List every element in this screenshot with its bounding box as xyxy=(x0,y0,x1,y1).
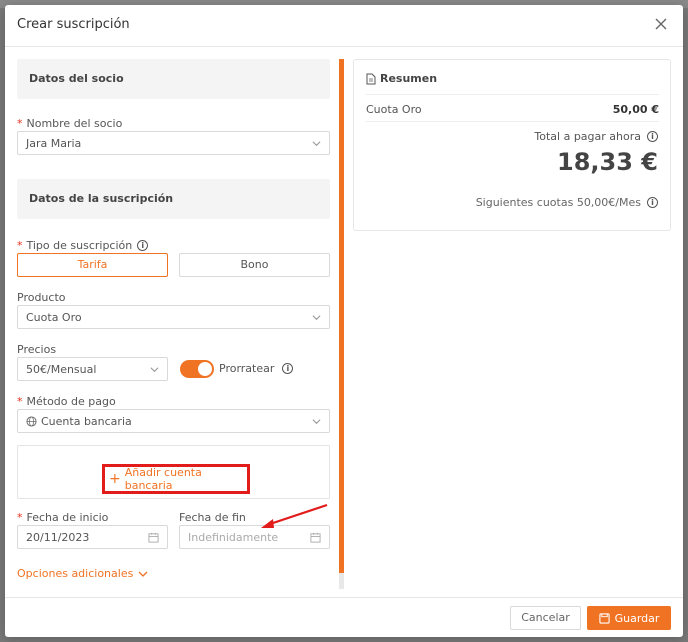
next-installments-label: Siguientes cuotas 50,00€/Mes i xyxy=(476,196,658,209)
info-icon[interactable]: i xyxy=(647,197,658,208)
chevron-down-icon xyxy=(312,419,321,425)
save-icon xyxy=(598,612,610,624)
document-icon xyxy=(366,73,376,84)
calendar-icon xyxy=(310,532,321,543)
info-icon[interactable]: i xyxy=(137,240,149,251)
form-column: Datos del socio * Nombre del socio Jara M… xyxy=(17,59,330,589)
add-bank-account-button[interactable]: + Añadir cuenta bancaria xyxy=(102,464,250,494)
product-label: Producto xyxy=(17,291,66,304)
modal-footer: Cancelar Guardar xyxy=(5,597,683,637)
save-button[interactable]: Guardar xyxy=(587,606,671,630)
summary-line-item: Cuota Oro 50,00 € xyxy=(366,94,659,122)
info-icon[interactable]: i xyxy=(647,131,658,142)
chevron-down-icon xyxy=(150,367,159,373)
member-name-label: * Nombre del socio xyxy=(17,117,123,130)
cancel-button[interactable]: Cancelar xyxy=(510,606,581,630)
end-date-input[interactable]: Indefinidamente xyxy=(179,525,330,549)
section-subscription-heading: Datos de la suscripción xyxy=(17,179,330,219)
info-icon[interactable]: i xyxy=(282,363,294,374)
prices-label: Precios xyxy=(17,343,57,356)
plus-icon: + xyxy=(109,471,121,487)
start-date-input[interactable]: 20/11/2023 xyxy=(17,525,168,549)
summary-title: Resumen xyxy=(366,72,437,85)
modal-title: Crear suscripción xyxy=(17,17,130,32)
additional-options-toggle[interactable]: Opciones adicionales xyxy=(17,567,148,580)
total-due-value: 18,33 € xyxy=(557,148,658,176)
start-date-label: * Fecha de inicio xyxy=(17,511,109,524)
prorate-label: Prorratear i xyxy=(219,362,294,375)
section-member-heading: Datos del socio xyxy=(17,59,330,99)
summary-panel: Resumen Cuota Oro 50,00 € Total a pagar … xyxy=(353,59,671,231)
product-select[interactable]: Cuota Oro xyxy=(17,305,330,329)
total-due-label: Total a pagar ahora i xyxy=(534,130,658,143)
prorate-toggle[interactable] xyxy=(180,360,214,378)
bank-account-box: + Añadir cuenta bancaria xyxy=(17,445,330,499)
payment-method-label: * Método de pago xyxy=(17,395,116,408)
calendar-icon xyxy=(148,532,159,543)
modal-header: Crear suscripción xyxy=(5,5,683,47)
scrollbar-thumb[interactable] xyxy=(339,59,344,573)
chevron-down-icon xyxy=(138,571,148,577)
create-subscription-modal: Crear suscripción Datos del socio * Nombr… xyxy=(5,5,683,637)
payment-method-select[interactable]: Cuenta bancaria xyxy=(17,409,330,433)
type-tarifa-button[interactable]: Tarifa xyxy=(17,253,168,277)
end-date-label: Fecha de fin xyxy=(179,511,246,524)
prices-select[interactable]: 50€/Mensual xyxy=(17,357,168,381)
form-scrollbar[interactable] xyxy=(339,59,344,589)
chevron-down-icon xyxy=(312,141,321,147)
close-button[interactable] xyxy=(653,16,669,32)
chevron-down-icon xyxy=(312,315,321,321)
member-name-select[interactable]: Jara Maria xyxy=(17,131,330,155)
type-bono-button[interactable]: Bono xyxy=(179,253,330,277)
close-icon xyxy=(655,18,667,30)
globe-icon xyxy=(26,415,37,427)
subscription-type-label: * Tipo de suscripción i xyxy=(17,239,149,252)
